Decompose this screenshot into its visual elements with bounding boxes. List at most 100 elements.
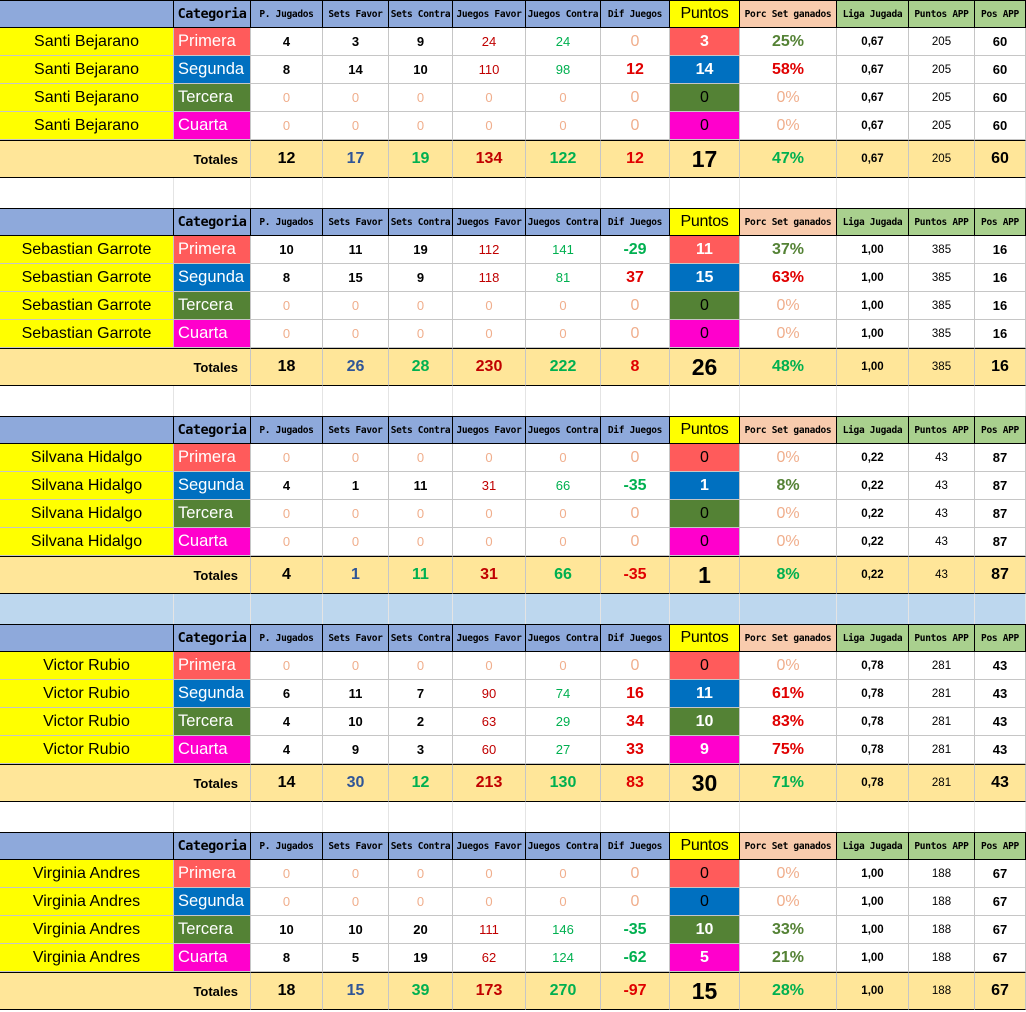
cell-pts[interactable]: 10: [670, 916, 740, 944]
cell-papp[interactable]: 43: [909, 444, 975, 472]
cell-pos[interactable]: 67: [975, 860, 1026, 888]
total-jf[interactable]: 173: [453, 972, 526, 1010]
spacer-cell[interactable]: [389, 178, 453, 208]
cell-pts[interactable]: 15: [670, 264, 740, 292]
cell-sc[interactable]: 0: [389, 84, 453, 112]
category-cuarta[interactable]: Cuarta: [174, 944, 251, 972]
cell-pts[interactable]: 3: [670, 28, 740, 56]
cell-papp[interactable]: 385: [909, 236, 975, 264]
cell-jf[interactable]: 31: [453, 472, 526, 500]
category-primera[interactable]: Primera: [174, 860, 251, 888]
cell-pj[interactable]: 0: [251, 888, 323, 916]
cell-dif[interactable]: 16: [601, 680, 670, 708]
total-pts[interactable]: 1: [670, 556, 740, 594]
cell-pj[interactable]: 0: [251, 84, 323, 112]
cell-pos[interactable]: 87: [975, 472, 1026, 500]
cell-jc[interactable]: 0: [526, 320, 601, 348]
cell-papp[interactable]: 43: [909, 500, 975, 528]
cell-pts[interactable]: 0: [670, 320, 740, 348]
cell-pos[interactable]: 16: [975, 264, 1026, 292]
cell-pts[interactable]: 10: [670, 708, 740, 736]
spacer-cell[interactable]: [453, 178, 526, 208]
spacer-cell[interactable]: [909, 802, 975, 832]
cell-pts[interactable]: 11: [670, 680, 740, 708]
cell-pj[interactable]: 8: [251, 56, 323, 84]
total-pts[interactable]: 15: [670, 972, 740, 1010]
cell-pct[interactable]: 61%: [740, 680, 837, 708]
cell-liga[interactable]: 1,00: [837, 916, 909, 944]
total-liga[interactable]: 0,22: [837, 556, 909, 594]
total-jc[interactable]: 66: [526, 556, 601, 594]
cell-papp[interactable]: 188: [909, 916, 975, 944]
cell-jc[interactable]: 74: [526, 680, 601, 708]
cell-pts[interactable]: 0: [670, 500, 740, 528]
total-pts[interactable]: 26: [670, 348, 740, 386]
spacer-cell[interactable]: [251, 594, 323, 624]
cell-jc[interactable]: 0: [526, 860, 601, 888]
cell-dif[interactable]: 0: [601, 860, 670, 888]
spacer-cell[interactable]: [389, 802, 453, 832]
cell-pos[interactable]: 67: [975, 944, 1026, 972]
spacer-cell[interactable]: [670, 802, 740, 832]
cell-dif[interactable]: 0: [601, 444, 670, 472]
total-sf[interactable]: 26: [323, 348, 389, 386]
total-papp[interactable]: 205: [909, 140, 975, 178]
cell-dif[interactable]: -35: [601, 916, 670, 944]
cell-sf[interactable]: 3: [323, 28, 389, 56]
total-dif[interactable]: 83: [601, 764, 670, 802]
cell-papp[interactable]: 188: [909, 888, 975, 916]
spacer-cell[interactable]: [526, 178, 601, 208]
cell-jf[interactable]: 0: [453, 888, 526, 916]
cell-papp[interactable]: 188: [909, 944, 975, 972]
category-segunda[interactable]: Segunda: [174, 472, 251, 500]
cell-dif[interactable]: -35: [601, 472, 670, 500]
spacer-cell[interactable]: [0, 802, 174, 832]
spacer-cell[interactable]: [837, 178, 909, 208]
player-name[interactable]: Sebastian Garrote: [0, 236, 174, 264]
cell-liga[interactable]: 0,78: [837, 736, 909, 764]
total-papp[interactable]: 281: [909, 764, 975, 802]
cell-pct[interactable]: 75%: [740, 736, 837, 764]
cell-liga[interactable]: 0,22: [837, 472, 909, 500]
cell-sc[interactable]: 9: [389, 264, 453, 292]
cell-pct[interactable]: 0%: [740, 112, 837, 140]
cell-pct[interactable]: 25%: [740, 28, 837, 56]
cell-pts[interactable]: 0: [670, 112, 740, 140]
spacer-cell[interactable]: [323, 594, 389, 624]
cell-pos[interactable]: 60: [975, 112, 1026, 140]
cell-pos[interactable]: 87: [975, 528, 1026, 556]
cell-pj[interactable]: 10: [251, 916, 323, 944]
cell-pct[interactable]: 0%: [740, 292, 837, 320]
cell-papp[interactable]: 281: [909, 736, 975, 764]
total-papp[interactable]: 188: [909, 972, 975, 1010]
cell-pj[interactable]: 0: [251, 444, 323, 472]
cell-liga[interactable]: 0,67: [837, 112, 909, 140]
cell-sf[interactable]: 1: [323, 472, 389, 500]
total-pos[interactable]: 67: [975, 972, 1026, 1010]
cell-sf[interactable]: 0: [323, 888, 389, 916]
spacer-cell[interactable]: [526, 802, 601, 832]
cell-liga[interactable]: 1,00: [837, 860, 909, 888]
cell-jc[interactable]: 24: [526, 28, 601, 56]
category-segunda[interactable]: Segunda: [174, 264, 251, 292]
player-name[interactable]: Virginia Andres: [0, 888, 174, 916]
cell-jc[interactable]: 66: [526, 472, 601, 500]
spacer-cell[interactable]: [174, 178, 251, 208]
cell-pct[interactable]: 0%: [740, 84, 837, 112]
cell-pj[interactable]: 0: [251, 292, 323, 320]
total-liga[interactable]: 1,00: [837, 348, 909, 386]
cell-pct[interactable]: 0%: [740, 320, 837, 348]
cell-dif[interactable]: 0: [601, 320, 670, 348]
cell-pos[interactable]: 87: [975, 444, 1026, 472]
total-sc[interactable]: 39: [389, 972, 453, 1010]
player-name[interactable]: Santi Bejarano: [0, 56, 174, 84]
cell-pj[interactable]: 8: [251, 264, 323, 292]
cell-sc[interactable]: 0: [389, 112, 453, 140]
spacer-cell[interactable]: [453, 386, 526, 416]
cell-pj[interactable]: 4: [251, 708, 323, 736]
cell-pts[interactable]: 14: [670, 56, 740, 84]
cell-sf[interactable]: 15: [323, 264, 389, 292]
cell-pj[interactable]: 0: [251, 500, 323, 528]
total-papp[interactable]: 43: [909, 556, 975, 594]
player-name[interactable]: Victor Rubio: [0, 652, 174, 680]
